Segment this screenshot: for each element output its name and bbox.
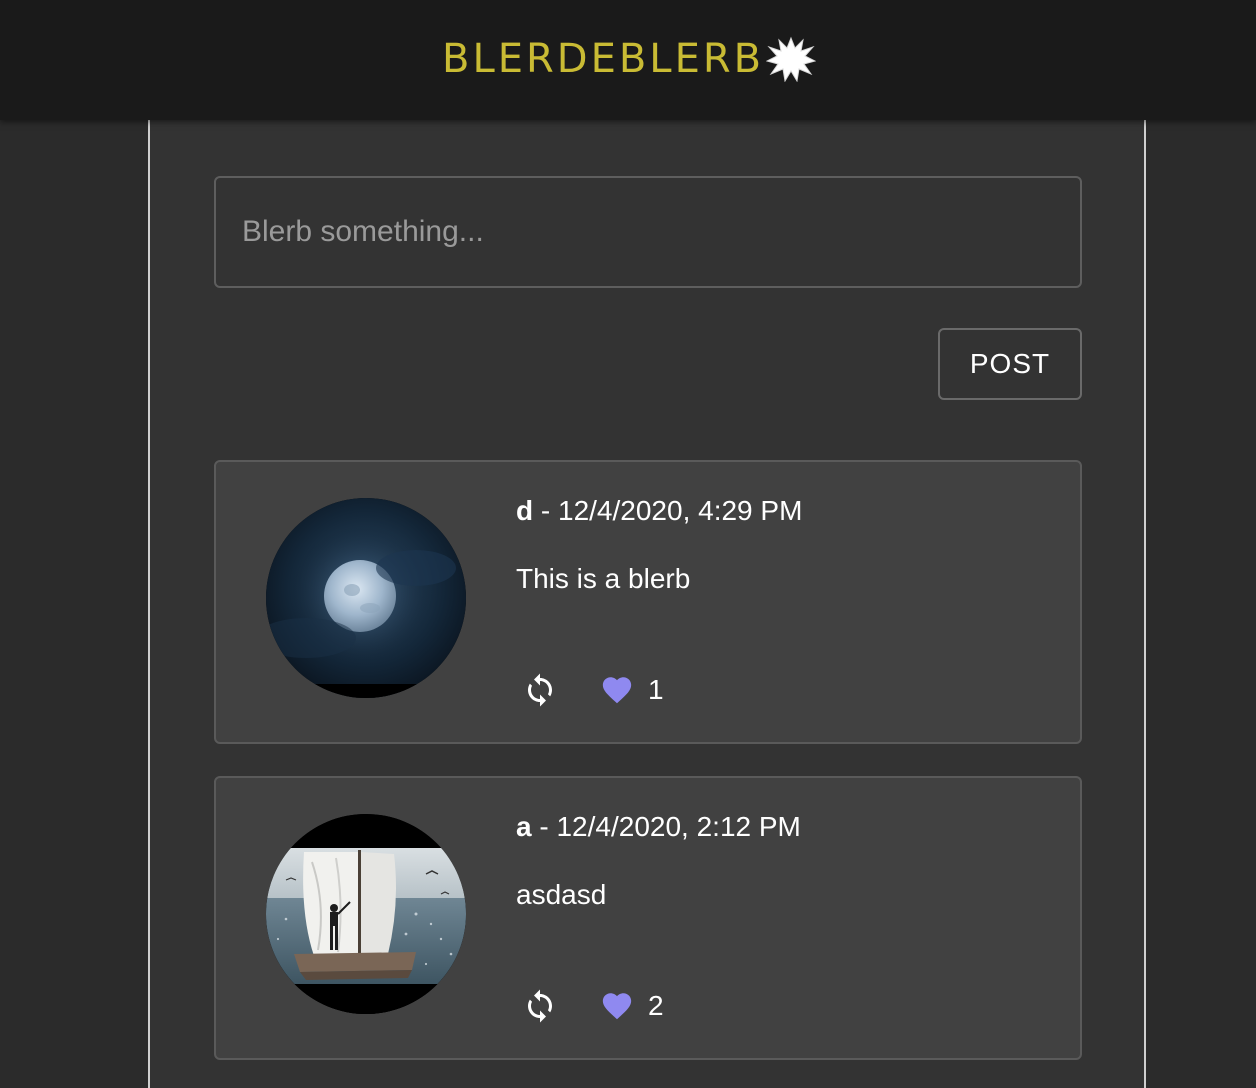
logo-text: BLERDEBLERB — [442, 36, 765, 82]
post-text: This is a blerb — [516, 563, 691, 594]
post-actions: 2 — [522, 986, 664, 1026]
reblerb-icon[interactable] — [522, 672, 558, 708]
top-bar: BLERDEBLERB — [0, 0, 1256, 120]
starburst-icon — [766, 36, 817, 82]
post-text: asdasd — [516, 879, 607, 910]
like-count: 2 — [648, 990, 664, 1021]
post-card: a - 12/4/2020, 2:12 PM asdasd 2 — [214, 776, 1082, 1060]
post-actions: 1 — [522, 670, 664, 710]
meta-separator: - — [533, 495, 558, 526]
post-timestamp: 12/4/2020, 2:12 PM — [556, 811, 801, 842]
heart-icon[interactable] — [600, 673, 634, 707]
blerb-input[interactable] — [214, 176, 1082, 288]
post-username[interactable]: d — [516, 495, 533, 526]
like-count: 1 — [648, 674, 664, 705]
post-timestamp: 12/4/2020, 4:29 PM — [558, 495, 803, 526]
sail-raft-avatar[interactable] — [266, 814, 466, 1014]
post-meta: a - 12/4/2020, 2:12 PM — [516, 810, 801, 844]
logo[interactable]: BLERDEBLERB — [442, 36, 817, 82]
meta-separator: - — [531, 811, 557, 842]
post-button[interactable]: POST — [938, 328, 1082, 400]
post-meta: d - 12/4/2020, 4:29 PM — [516, 494, 802, 528]
reblerb-icon[interactable] — [522, 988, 558, 1024]
heart-icon[interactable] — [600, 989, 634, 1023]
post-card: d - 12/4/2020, 4:29 PM This is a blerb 1 — [214, 460, 1082, 744]
post-username[interactable]: a — [516, 811, 532, 842]
moon-avatar[interactable] — [266, 498, 466, 698]
